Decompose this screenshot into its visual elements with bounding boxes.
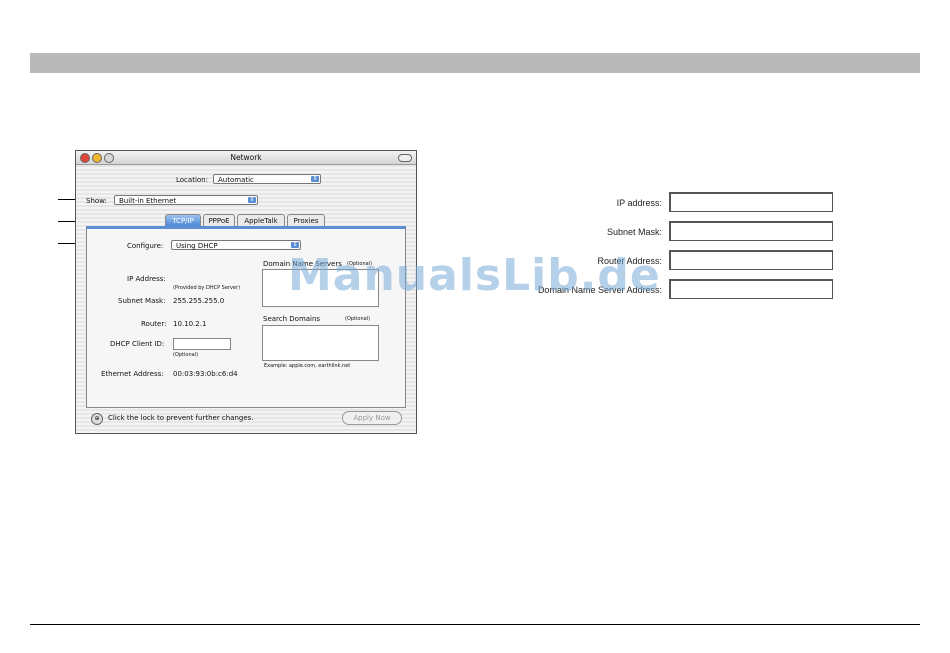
configure-label: Configure: xyxy=(127,242,164,250)
ip-address-label: IP Address: xyxy=(127,275,166,283)
apply-now-button[interactable]: Apply Now xyxy=(342,411,402,425)
tab-tcpip[interactable]: TCP/IP xyxy=(165,214,201,226)
router-label: Router: xyxy=(141,320,167,328)
dhcp-client-id-input[interactable] xyxy=(173,338,231,350)
router-value: 10.10.2.1 xyxy=(173,320,207,328)
popup-arrows-icon: ⇕ xyxy=(291,241,299,248)
footer-rule xyxy=(30,624,920,625)
subnet-mask-value: 255.255.255.0 xyxy=(173,297,225,305)
search-example-text: Example: apple.com, earthlink.net xyxy=(264,363,351,369)
lock-icon[interactable]: ⊕ xyxy=(91,413,103,425)
minimize-icon[interactable] xyxy=(92,153,102,163)
dhcp-client-id-label: DHCP Client ID: xyxy=(110,340,165,348)
location-label: Location: xyxy=(176,176,208,184)
dns-address-form-field[interactable] xyxy=(669,279,833,299)
tab-proxies[interactable]: Proxies xyxy=(287,214,325,226)
show-label: Show: xyxy=(86,197,107,205)
ip-address-form-field[interactable] xyxy=(669,192,833,212)
zoom-icon[interactable] xyxy=(104,153,114,163)
title-bar: Network xyxy=(76,151,416,165)
tab-pppoe[interactable]: PPPoE xyxy=(203,214,235,226)
ip-address-note: (Provided by DHCP Server) xyxy=(173,285,241,291)
show-select[interactable]: Built-in Ethernet ⇕ xyxy=(114,195,258,205)
window-title: Network xyxy=(230,153,262,162)
show-value: Built-in Ethernet xyxy=(119,197,177,205)
header-bar xyxy=(30,53,920,73)
tab-appletalk[interactable]: AppleTalk xyxy=(237,214,285,226)
subnet-mask-form-field[interactable] xyxy=(669,221,833,241)
search-optional-label: (Optional) xyxy=(345,316,371,322)
configure-value: Using DHCP xyxy=(176,242,218,250)
router-address-form-field[interactable] xyxy=(669,250,833,270)
watermark: ManualsLib.de xyxy=(288,250,661,301)
subnet-mask-form-label: Subnet Mask: xyxy=(606,227,662,237)
ethernet-address-value: 00:03:93:0b:c6:d4 xyxy=(173,370,238,378)
popup-arrows-icon: ⇕ xyxy=(311,175,319,182)
location-value: Automatic xyxy=(218,176,254,184)
configure-select[interactable]: Using DHCP ⇕ xyxy=(171,240,301,250)
ip-address-form-label: IP address: xyxy=(616,198,662,208)
subnet-mask-label: Subnet Mask: xyxy=(118,297,166,305)
close-icon[interactable] xyxy=(80,153,90,163)
location-select[interactable]: Automatic ⇕ xyxy=(213,174,321,184)
search-domains-field[interactable] xyxy=(262,325,379,361)
toolbar-toggle-icon[interactable] xyxy=(398,154,412,162)
ethernet-address-label: Ethernet Address: xyxy=(101,370,164,378)
popup-arrows-icon: ⇕ xyxy=(248,196,256,203)
search-domains-label: Search Domains xyxy=(263,315,321,323)
lock-text: Click the lock to prevent further change… xyxy=(108,414,254,422)
dhcp-client-id-note: (Optional) xyxy=(173,352,199,358)
